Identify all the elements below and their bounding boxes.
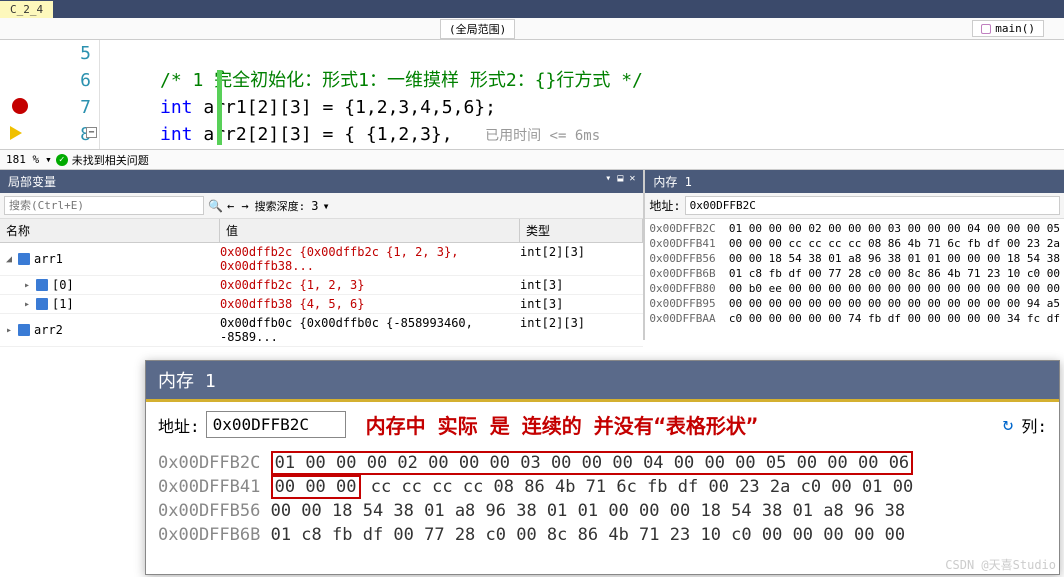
col-name[interactable]: 名称 (0, 219, 220, 242)
zoom-title: 内存 1 (146, 361, 1059, 402)
watermark: CSDN @天喜Studio (945, 556, 1056, 573)
col-value[interactable]: 值 (220, 219, 520, 242)
file-tab[interactable]: C_2_4 (0, 1, 53, 18)
search-input[interactable] (4, 196, 204, 215)
code-editor[interactable]: 5 6 7 8 − /* 1 完全初始化：形式1：一维摸样 形式2：{}行方式 … (0, 40, 1064, 150)
table-row[interactable]: ◢arr10x00dffb2c {0x00dffb2c {1, 2, 3}, 0… (0, 243, 643, 276)
code-area[interactable]: /* 1 完全初始化：形式1：一维摸样 形式2：{}行方式 */ int arr… (100, 40, 1064, 149)
gutter: 5 6 7 8 − (0, 40, 100, 149)
zoom-memory-hex[interactable]: 0x00DFFB2C 01 00 00 00 02 00 00 00 03 00… (146, 447, 1059, 551)
fold-toggle[interactable]: − (86, 127, 97, 138)
col-type[interactable]: 类型 (520, 219, 643, 242)
refresh-icon[interactable]: ↻ (1003, 414, 1014, 435)
ok-icon: ✓ (56, 154, 68, 166)
scope-bar: (全局范围) main() (0, 18, 1064, 40)
memory-title: 内存 1 (645, 170, 1064, 193)
breakpoint-icon[interactable] (12, 98, 28, 114)
tab-strip: C_2_4 (0, 0, 1064, 18)
locals-title: 局部变量▾ ⬓ ✕ (0, 170, 643, 193)
current-line-arrow-icon (10, 126, 22, 140)
table-row[interactable]: ▸[0]0x00dffb2c {1, 2, 3}int[3] (0, 276, 643, 295)
col-label: 列: (1021, 413, 1047, 437)
zoom-level[interactable]: 181 % (6, 153, 39, 166)
comment-line: /* 1 完全初始化：形式1：一维摸样 形式2：{}行方式 */ (160, 67, 1064, 94)
memory-zoom-panel: 内存 1 地址: 内存中 实际 是 连续的 并没有“表格形状” ↻ 列: 0x0… (145, 360, 1060, 575)
timing-hint: 已用时间 <= 6ms (485, 128, 600, 144)
table-row[interactable]: ▸arr20x00dffb0c {0x00dffb0c {-858993460,… (0, 314, 643, 347)
memory-panel: 内存 1 地址: 0x00DFFB2C 01 00 00 00 02 00 00… (645, 170, 1064, 340)
locals-panel: 局部变量▾ ⬓ ✕ 🔍← → 搜索深度: 3 ▾ 名称 值 类型 ◢arr10x… (0, 170, 645, 340)
panel-controls[interactable]: ▾ ⬓ ✕ (605, 173, 635, 190)
table-row[interactable]: ▸[1]0x00dffb38 {4, 5, 6}int[3] (0, 295, 643, 314)
function-dropdown[interactable]: main() (972, 20, 1044, 37)
func-icon (981, 24, 991, 34)
status-msg: 未找到相关问题 (72, 152, 149, 168)
change-bar (217, 70, 222, 145)
addr-label: 地址: (649, 197, 680, 214)
zoom-address-input[interactable] (206, 411, 346, 438)
status-bar: 181 % ▾ ✓ 未找到相关问题 (0, 150, 1064, 170)
depth-value[interactable]: 3 (311, 199, 318, 213)
scope-dropdown[interactable]: (全局范围) (440, 19, 515, 39)
memory-hex[interactable]: 0x00DFFB2C 01 00 00 00 02 00 00 00 03 00… (645, 219, 1064, 328)
memory-address-input[interactable] (685, 196, 1060, 215)
callout-text: 内存中 实际 是 连续的 并没有“表格形状” (366, 410, 758, 439)
